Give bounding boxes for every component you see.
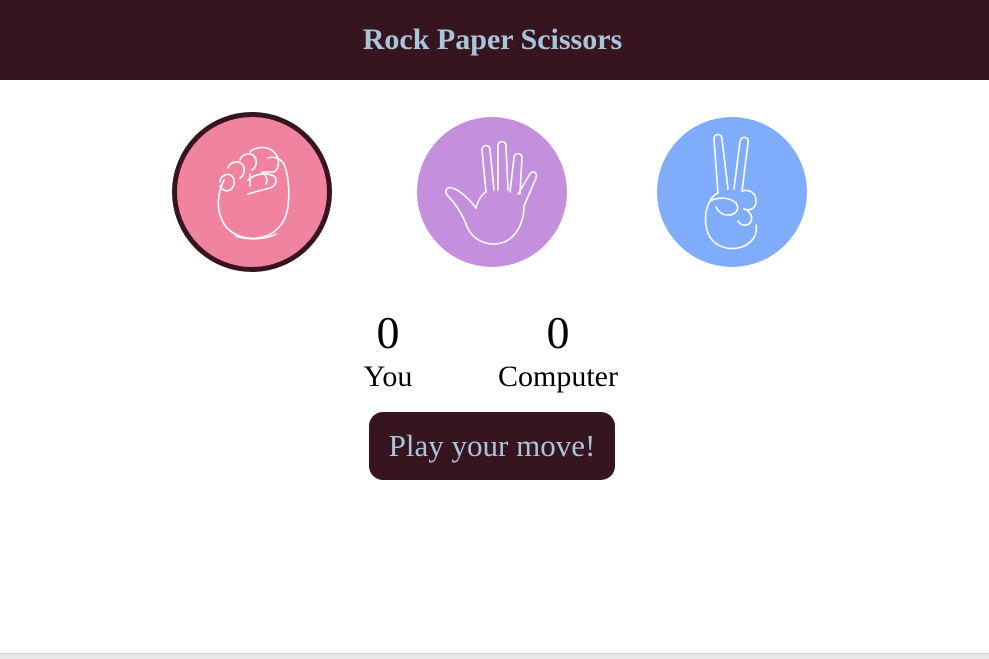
computer-score: 0 Computer bbox=[488, 310, 628, 394]
scissors-choice-button[interactable] bbox=[657, 117, 807, 267]
app-title: Rock Paper Scissors bbox=[362, 23, 623, 56]
computer-score-label: Computer bbox=[498, 360, 618, 393]
player-score: 0 You bbox=[348, 310, 428, 394]
peace-hand-icon bbox=[704, 133, 758, 250]
paper-choice-button[interactable] bbox=[417, 117, 567, 267]
player-score-label: You bbox=[363, 360, 413, 393]
computer-score-value: 0 bbox=[546, 307, 570, 358]
fist-icon bbox=[217, 146, 290, 240]
app-header: Rock Paper Scissors bbox=[0, 0, 989, 80]
play-move-button[interactable]: Play your move! bbox=[369, 412, 615, 480]
horizontal-scrollbar[interactable] bbox=[0, 653, 989, 659]
open-hand-icon bbox=[445, 140, 538, 245]
player-score-value: 0 bbox=[376, 307, 400, 358]
rock-choice-button[interactable] bbox=[172, 112, 332, 272]
